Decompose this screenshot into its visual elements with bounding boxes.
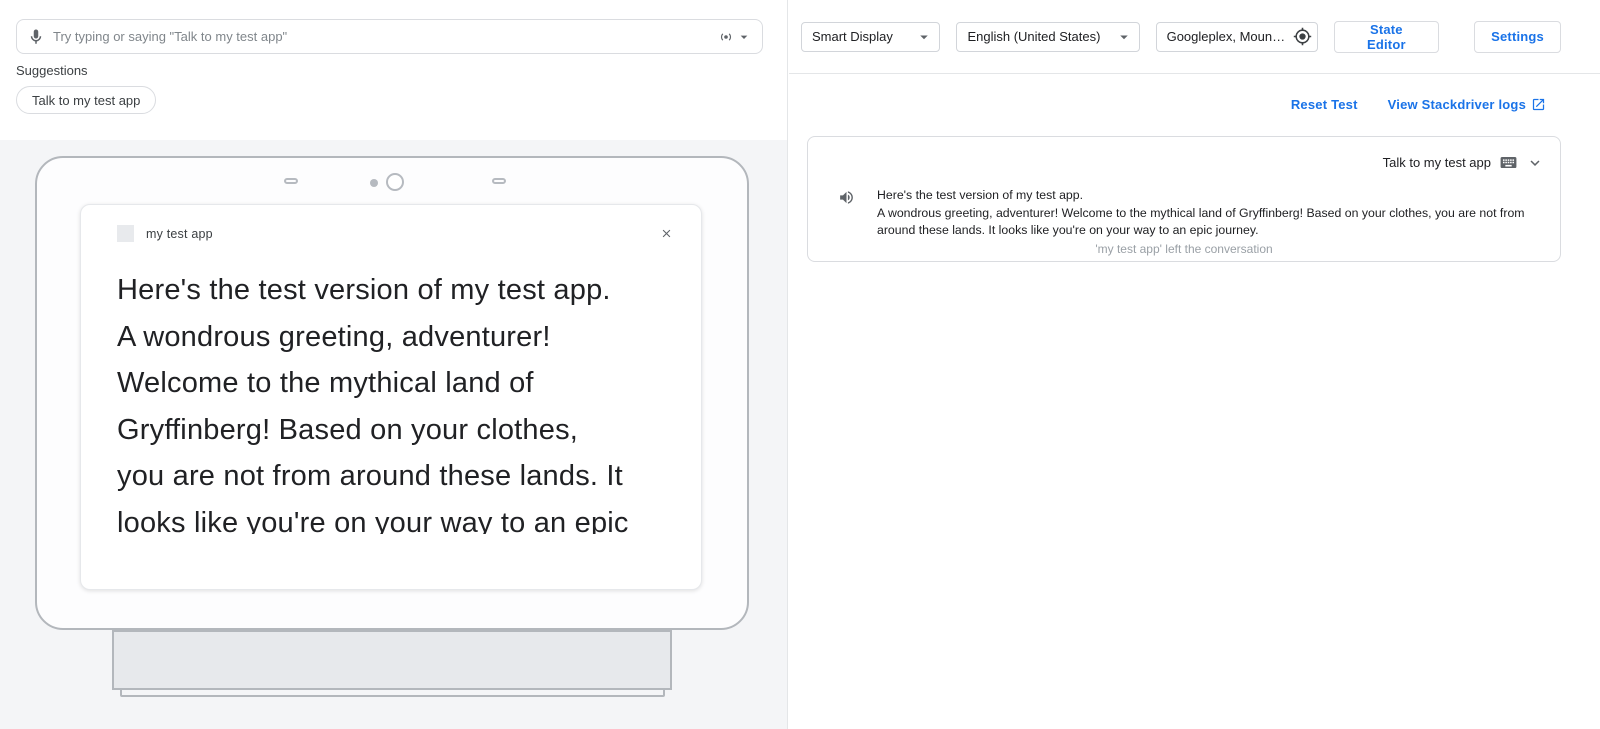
display-screen-card: my test app Here's the test version of m…	[80, 204, 702, 590]
smart-display-frame: my test app Here's the test version of m…	[35, 156, 749, 630]
view-stackdriver-logs-label: View Stackdriver logs	[1388, 97, 1526, 112]
display-header: my test app	[81, 205, 701, 242]
view-stackdriver-logs-link[interactable]: View Stackdriver logs	[1388, 97, 1546, 112]
language-select-value: English (United States)	[967, 29, 1100, 44]
audio-output-control[interactable]	[717, 28, 752, 46]
agent-response-row: Here's the test version of my test app. …	[838, 187, 1543, 240]
external-link-icon	[1531, 97, 1546, 112]
display-response-text: Here's the test version of my test app. …	[117, 267, 683, 534]
settings-button[interactable]: Settings	[1474, 21, 1561, 53]
surface-select-value: Smart Display	[812, 29, 893, 44]
mic-icon[interactable]	[27, 28, 45, 46]
suggestions-label: Suggestions	[16, 63, 88, 78]
query-input[interactable]	[53, 29, 717, 44]
chevron-down-icon[interactable]	[1526, 154, 1544, 172]
device-sensor-dot	[370, 179, 378, 187]
location-field[interactable]: Googleplex, Mountain ...	[1156, 22, 1318, 52]
volume-icon[interactable]	[838, 189, 855, 206]
query-bar[interactable]	[16, 19, 763, 54]
language-select[interactable]: English (United States)	[956, 22, 1139, 52]
reset-test-link[interactable]: Reset Test	[1291, 97, 1358, 112]
app-icon-placeholder	[117, 225, 134, 242]
keyboard-icon	[1499, 153, 1518, 172]
response-line-1: Here's the test version of my test app.	[877, 187, 1543, 205]
actions-simulator: Suggestions Talk to my test app my test …	[0, 0, 1600, 729]
conversation-status: 'my test app' left the conversation	[808, 242, 1560, 256]
conversation-card: Talk to my test app Here's the test vers…	[807, 136, 1561, 262]
audio-output-icon	[717, 28, 735, 46]
close-icon[interactable]	[660, 227, 673, 240]
user-query-row[interactable]: Talk to my test app	[1383, 153, 1544, 172]
device-sensor-left	[284, 178, 298, 184]
caret-down-icon	[915, 28, 933, 46]
agent-response-text: Here's the test version of my test app. …	[877, 187, 1543, 240]
device-sensor-right	[492, 178, 506, 184]
test-actions-row: Reset Test View Stackdriver logs	[1291, 97, 1546, 112]
simulator-input-panel: Suggestions Talk to my test app my test …	[0, 0, 788, 729]
simulator-toolbar: Smart Display English (United States) Go…	[789, 0, 1600, 74]
device-camera	[386, 173, 404, 191]
device-preview-area: my test app Here's the test version of m…	[0, 140, 787, 729]
caret-down-icon	[1115, 28, 1133, 46]
caret-down-icon	[736, 29, 752, 45]
suggestion-chip[interactable]: Talk to my test app	[16, 86, 156, 114]
location-value: Googleplex, Mountain ...	[1167, 29, 1289, 44]
my-location-icon[interactable]	[1293, 27, 1312, 46]
device-base	[120, 688, 665, 697]
device-stand	[112, 630, 672, 690]
user-query-text: Talk to my test app	[1383, 155, 1491, 170]
response-line-2: A wondrous greeting, adventurer! Welcome…	[877, 205, 1543, 240]
display-app-title: my test app	[146, 227, 213, 241]
surface-select[interactable]: Smart Display	[801, 22, 940, 52]
state-editor-button[interactable]: State Editor	[1334, 21, 1440, 53]
simulator-output-panel: Smart Display English (United States) Go…	[789, 0, 1600, 729]
